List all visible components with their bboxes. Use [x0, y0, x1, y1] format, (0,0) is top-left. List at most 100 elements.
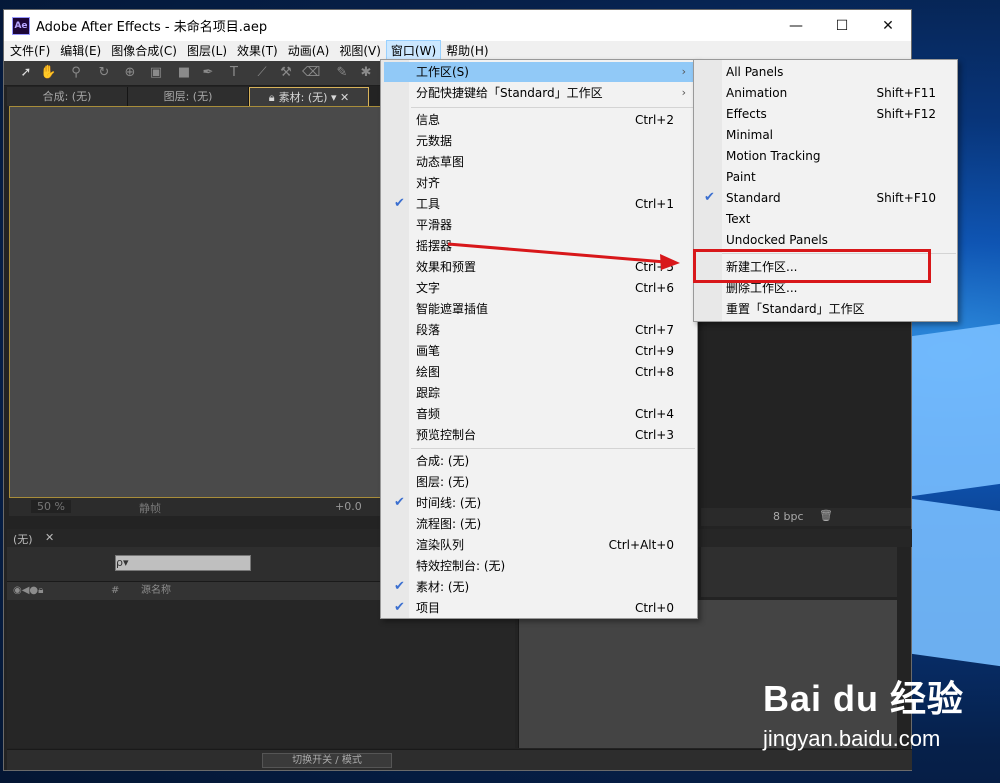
brush-tool-icon[interactable]: ⟋ [254, 65, 270, 81]
clone-stamp-tool-icon[interactable]: ⚒ [278, 65, 294, 81]
menu-animation[interactable]: 动画(A) [284, 41, 334, 61]
maximize-button[interactable]: ☐ [819, 10, 865, 41]
menu-item-smoother[interactable]: 平滑器 [384, 215, 694, 235]
toggle-switches-modes-button[interactable]: 切换开关 / 模式 [262, 753, 392, 768]
menu-item-label: 合成: (无) [416, 454, 470, 468]
rotate-tool-icon[interactable]: ↻ [96, 65, 112, 81]
quality-field[interactable]: 静帧 [139, 500, 161, 516]
menu-item-timeline[interactable]: ✔ 时间线: (无) [384, 493, 694, 513]
lock-icon[interactable]: 🔒︎ [269, 91, 275, 104]
menu-item-tracker[interactable]: 跟踪 [384, 383, 694, 403]
pen-tool-icon[interactable]: ✒ [200, 65, 216, 81]
menu-item-assign-shortcut[interactable]: 分配快捷键给「Standard」工作区 › [384, 83, 694, 103]
menu-effect[interactable]: 效果(T) [233, 41, 282, 61]
menu-item-label: 工作区(S) [416, 65, 469, 79]
menu-file[interactable]: 文件(F) [6, 41, 54, 61]
menu-window[interactable]: 窗口(W) [385, 40, 442, 62]
close-button[interactable]: ✕ [865, 10, 911, 41]
menu-item-metadata[interactable]: 元数据 [384, 131, 694, 151]
workspace-minimal[interactable]: Minimal [694, 125, 956, 145]
menu-item-shortcut: Ctrl+9 [634, 344, 674, 358]
dropdown-icon[interactable]: ▾ [331, 91, 337, 104]
col-source-name: 源名称 [141, 585, 171, 596]
selection-tool-icon[interactable]: ➚ [18, 65, 34, 81]
tab-footage-label: 素材: (无) [278, 91, 328, 104]
exposure-value[interactable]: +0.0 [335, 500, 362, 513]
type-tool-icon[interactable]: T [226, 65, 242, 81]
window-menu-dropdown: 工作区(S) › 分配快捷键给「Standard」工作区 › 信息 Ctrl+2 元数… [380, 59, 698, 619]
menu-item-label: 元数据 [416, 134, 453, 148]
menu-item-smart-mask[interactable]: 智能遮罩插值 [384, 299, 694, 319]
menu-item-wiggler[interactable]: 摇摆器 [384, 236, 694, 256]
project-bottom-bar: 8 bpc 🗑︎ [701, 508, 911, 526]
timeline-close-icon[interactable]: ✕ [45, 531, 54, 544]
hand-tool-icon[interactable]: ✋ [40, 65, 56, 81]
pan-behind-tool-icon[interactable]: ▣ [148, 65, 164, 81]
menu-item-paint[interactable]: 绘图 Ctrl+8 [384, 362, 694, 382]
checkmark-icon: ✔ [394, 196, 405, 211]
watermark-url: jingyan.baidu.com [763, 726, 941, 751]
menu-item-preview[interactable]: 预览控制台 Ctrl+3 [384, 425, 694, 445]
tab-composition[interactable]: 合成: (无) [7, 87, 128, 106]
menu-layer[interactable]: 图层(L) [183, 41, 231, 61]
minimize-button[interactable]: — [773, 10, 819, 41]
menu-item-info[interactable]: 信息 Ctrl+2 [384, 110, 694, 130]
menu-item-motion-sketch[interactable]: 动态草图 [384, 152, 694, 172]
puppet-tool-icon[interactable]: ✱ [358, 65, 374, 81]
footage-viewer[interactable] [9, 106, 384, 498]
menu-item-effect-controls[interactable]: 特效控制台: (无) [384, 556, 694, 576]
menu-item-render-queue[interactable]: 渲染队列 Ctrl+Alt+0 [384, 535, 694, 555]
menu-view[interactable]: 视图(V) [335, 41, 385, 61]
roto-brush-tool-icon[interactable]: ✎ [334, 65, 350, 81]
window-title: Adobe After Effects - 未命名项目.aep [36, 20, 268, 35]
menu-item-label: Paint [726, 170, 756, 184]
menu-item-flowchart[interactable]: 流程图: (无) [384, 514, 694, 534]
bpc-label[interactable]: 8 bpc [773, 510, 804, 523]
menu-item-layer[interactable]: 图层: (无) [384, 472, 694, 492]
timeline-search-input[interactable]: ρ▾ [115, 555, 251, 571]
eraser-tool-icon[interactable]: ⌫ [302, 65, 320, 81]
tab-footage[interactable]: 🔒︎ 素材: (无) ▾ ✕ [249, 87, 369, 107]
workspace-paint[interactable]: Paint [694, 167, 956, 187]
menu-item-composition[interactable]: 合成: (无) [384, 451, 694, 471]
trash-icon[interactable]: 🗑︎ [819, 509, 833, 522]
workspace-reset[interactable]: 重置「Standard」工作区 [694, 299, 956, 319]
menu-item-label: 智能遮罩插值 [416, 302, 489, 316]
menu-item-brushes[interactable]: 画笔 Ctrl+9 [384, 341, 694, 361]
zoom-tool-icon[interactable]: ⚲ [68, 65, 84, 81]
tab-close-icon[interactable]: ✕ [340, 91, 349, 104]
workspace-all-panels[interactable]: All Panels [694, 62, 956, 82]
workspace-text[interactable]: Text [694, 209, 956, 229]
menu-item-label: 段落 [416, 323, 441, 337]
menu-item-tools[interactable]: ✔ 工具 Ctrl+1 [384, 194, 694, 214]
menu-item-paragraph[interactable]: 段落 Ctrl+7 [384, 320, 694, 340]
zoom-dropdown[interactable]: 50 % [31, 500, 71, 513]
rectangle-tool-icon[interactable]: ■ [176, 65, 192, 81]
menu-help[interactable]: 帮助(H) [442, 41, 492, 61]
menu-item-footage[interactable]: ✔ 素材: (无) [384, 577, 694, 597]
menu-item-label: 素材: (无) [416, 580, 470, 594]
menu-edit[interactable]: 编辑(E) [56, 41, 105, 61]
camera-tool-icon[interactable]: ⊕ [122, 65, 138, 81]
workspace-animation[interactable]: Animation Shift+F11 [694, 83, 956, 103]
workspace-effects[interactable]: Effects Shift+F12 [694, 104, 956, 124]
menu-item-align[interactable]: 对齐 [384, 173, 694, 193]
menu-item-audio[interactable]: 音频 Ctrl+4 [384, 404, 694, 424]
av-switches-icon[interactable]: ◉◀●🔒︎ [13, 582, 43, 600]
workspace-standard[interactable]: ✔ Standard Shift+F10 [694, 188, 956, 208]
timeline-layer-area[interactable] [7, 600, 515, 748]
timeline-ruler[interactable] [701, 547, 897, 597]
menu-composition[interactable]: 图像合成(C) [107, 41, 181, 61]
menu-item-label: Animation [726, 86, 788, 100]
menu-item-shortcut: Ctrl+Alt+0 [608, 538, 674, 552]
windows-logo-pane [912, 323, 1000, 497]
menu-item-project[interactable]: ✔ 项目 Ctrl+0 [384, 598, 694, 618]
menu-item-label: 文字 [416, 281, 441, 295]
workspace-undocked-panels[interactable]: Undocked Panels [694, 230, 956, 250]
tab-layer[interactable]: 图层: (无) [128, 87, 249, 106]
timeline-tab[interactable]: (无) [13, 531, 33, 547]
menu-item-character[interactable]: 文字 Ctrl+6 [384, 278, 694, 298]
menu-item-effects-presets[interactable]: 效果和预置 Ctrl+5 [384, 257, 694, 277]
workspace-motion-tracking[interactable]: Motion Tracking [694, 146, 956, 166]
menu-item-workspace[interactable]: 工作区(S) › [384, 62, 694, 82]
